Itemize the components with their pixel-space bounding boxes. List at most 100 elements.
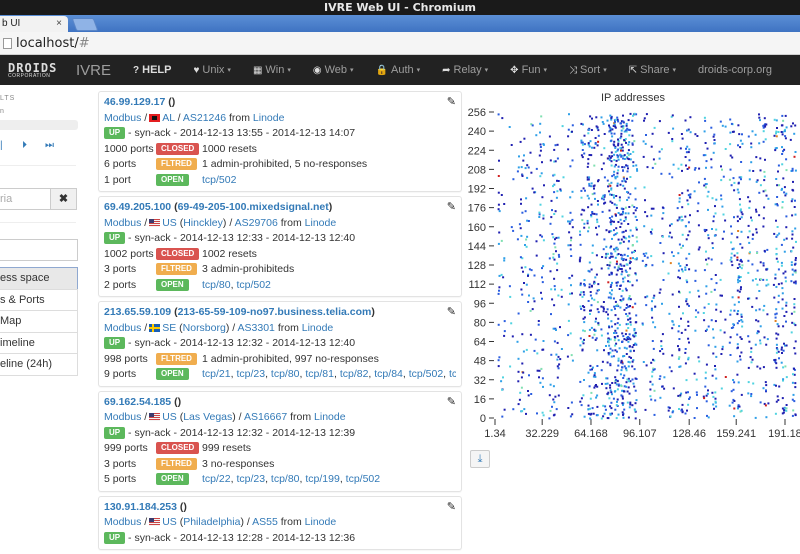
tab-close-icon[interactable]: × xyxy=(56,16,62,32)
port-link[interactable]: tcp/80 xyxy=(202,279,231,291)
country-link[interactable]: SE xyxy=(162,322,176,334)
port-state-badge[interactable]: CLOSED xyxy=(156,142,200,155)
asn-link[interactable]: AS16667 xyxy=(244,411,287,423)
port-link[interactable]: tcp/23 xyxy=(236,473,265,485)
service-link[interactable]: Modbus xyxy=(104,217,141,229)
nav-win[interactable]: ▦ Win ▾ xyxy=(253,64,291,76)
nav-relay[interactable]: ➦ Relay ▾ xyxy=(442,64,488,76)
port-link[interactable]: tcp/502 xyxy=(202,174,236,186)
nav-web[interactable]: ◉ Web ▾ xyxy=(313,64,354,76)
port-state-badge[interactable]: OPEN xyxy=(156,278,189,291)
service-link[interactable]: Modbus xyxy=(104,411,141,423)
edit-pencil-icon[interactable]: ✎ xyxy=(447,200,456,213)
port-link[interactable]: tcp/80 xyxy=(271,473,300,485)
port-link[interactable]: tcp/199 xyxy=(305,473,339,485)
port-state-badge[interactable]: CLOSED xyxy=(156,247,200,260)
asn-link[interactable]: AS55 xyxy=(252,516,278,528)
pager-next-button[interactable]: ⏵ xyxy=(22,140,27,151)
download-button[interactable]: ⤓ xyxy=(470,450,490,468)
pager-prev-button[interactable]: | xyxy=(0,140,3,151)
port-link[interactable]: tcp/1236 xyxy=(449,368,456,380)
port-link[interactable]: tcp/80 xyxy=(271,368,300,380)
city-link[interactable]: Philadelphia xyxy=(183,516,240,528)
source-link[interactable]: Linode xyxy=(305,516,337,528)
view-item[interactable]: imeline xyxy=(0,331,78,354)
asn-link[interactable]: AS21246 xyxy=(183,112,226,124)
port-state-badge[interactable]: CLOSED xyxy=(156,442,200,454)
nav-share[interactable]: ⇱ Share ▾ xyxy=(629,64,676,76)
port-state-badge[interactable]: OPEN xyxy=(156,173,189,186)
brand-ivre[interactable]: IVRE xyxy=(76,62,111,79)
country-link[interactable]: US xyxy=(162,411,177,423)
port-state-badge[interactable]: OPEN xyxy=(156,473,189,485)
new-tab-button[interactable] xyxy=(71,18,99,31)
port-link[interactable]: tcp/84 xyxy=(374,368,403,380)
city-link[interactable]: Las Vegas xyxy=(183,411,232,423)
hostname-link[interactable]: 213-65-59-109-no97.business.telia.com xyxy=(178,306,372,318)
data-point xyxy=(653,126,656,129)
nav-unix[interactable]: ♥ Unix ▾ xyxy=(193,64,230,76)
country-link[interactable]: US xyxy=(162,217,177,229)
view-item[interactable]: eline (24h) xyxy=(0,353,78,376)
country-link[interactable]: US xyxy=(162,516,177,528)
droids-corp-logo[interactable]: DROIDS CORPORATION xyxy=(8,62,62,79)
source-link[interactable]: Linode xyxy=(314,411,346,423)
droids-corp-link[interactable]: droids-corp.org xyxy=(698,64,772,76)
host-ip-link[interactable]: 46.99.129.17 xyxy=(104,96,165,108)
port-link[interactable]: tcp/21 xyxy=(202,368,231,380)
asn-link[interactable]: AS3301 xyxy=(238,322,275,334)
nav-auth[interactable]: 🔒 Auth ▾ xyxy=(376,64,421,76)
source-link[interactable]: Linode xyxy=(302,322,334,334)
view-item[interactable]: Map xyxy=(0,310,78,333)
port-link[interactable]: tcp/82 xyxy=(340,368,369,380)
query-input[interactable] xyxy=(0,239,78,261)
view-item[interactable]: s & Ports xyxy=(0,288,78,311)
browser-tab[interactable]: b UI × xyxy=(0,16,68,32)
data-point xyxy=(581,208,584,211)
city-link[interactable]: Hinckley xyxy=(183,217,223,229)
data-point xyxy=(608,124,610,127)
port-state-badge[interactable]: FLTRED xyxy=(156,158,197,170)
host-ip-link[interactable]: 69.49.205.100 xyxy=(104,201,171,213)
filter-input[interactable]: ria xyxy=(0,188,51,210)
edit-pencil-icon[interactable]: ✎ xyxy=(447,95,456,108)
service-link[interactable]: Modbus xyxy=(104,112,141,124)
edit-pencil-icon[interactable]: ✎ xyxy=(447,395,456,408)
port-state-badge[interactable]: FLTRED xyxy=(156,263,197,275)
pager-last-button[interactable]: ⏭ xyxy=(45,140,54,151)
data-point xyxy=(591,211,594,213)
host-ip-link[interactable]: 69.162.54.185 xyxy=(104,396,171,408)
port-link[interactable]: tcp/502 xyxy=(236,279,270,291)
asn-link[interactable]: AS29706 xyxy=(235,217,278,229)
source-link[interactable]: Linode xyxy=(253,112,285,124)
nav-sort[interactable]: ⤨ Sort ▾ xyxy=(569,64,607,76)
host-ip-link[interactable]: 130.91.184.253 xyxy=(104,501,177,513)
hostname-link[interactable]: 69-49-205-100.mixedsignal.net xyxy=(178,201,329,213)
address-bar[interactable]: localhost/# xyxy=(0,32,800,55)
edit-pencil-icon[interactable]: ✎ xyxy=(447,305,456,318)
port-link[interactable]: tcp/22 xyxy=(202,473,231,485)
port-state-badge[interactable]: OPEN xyxy=(156,368,189,380)
host-ip-link[interactable]: 213.65.59.109 xyxy=(104,306,171,318)
source-link[interactable]: Linode xyxy=(305,217,337,229)
service-link[interactable]: Modbus xyxy=(104,516,141,528)
edit-pencil-icon[interactable]: ✎ xyxy=(447,500,456,513)
data-point xyxy=(503,408,506,411)
port-count: 3 ports xyxy=(104,263,137,275)
service-link[interactable]: Modbus xyxy=(104,322,141,334)
data-point xyxy=(765,384,768,387)
city-link[interactable]: Norsborg xyxy=(183,322,226,334)
chart-plot[interactable]: 0163248648096112128144160176192208224240… xyxy=(466,88,800,438)
port-link[interactable]: tcp/502 xyxy=(346,473,380,485)
nav-fun[interactable]: ✥ Fun ▾ xyxy=(510,64,547,76)
port-state-badge[interactable]: FLTRED xyxy=(156,352,197,365)
port-link[interactable]: tcp/81 xyxy=(305,368,334,380)
port-state-badge[interactable]: FLTRED xyxy=(156,457,197,470)
clear-filter-button[interactable]: ✖ xyxy=(50,188,77,210)
data-point xyxy=(794,324,797,327)
nav-help[interactable]: ? HELP xyxy=(133,64,171,76)
port-link[interactable]: tcp/502 xyxy=(409,368,443,380)
view-item[interactable]: ess space xyxy=(0,267,78,290)
port-link[interactable]: tcp/23 xyxy=(236,368,265,380)
country-link[interactable]: AL xyxy=(162,112,174,124)
